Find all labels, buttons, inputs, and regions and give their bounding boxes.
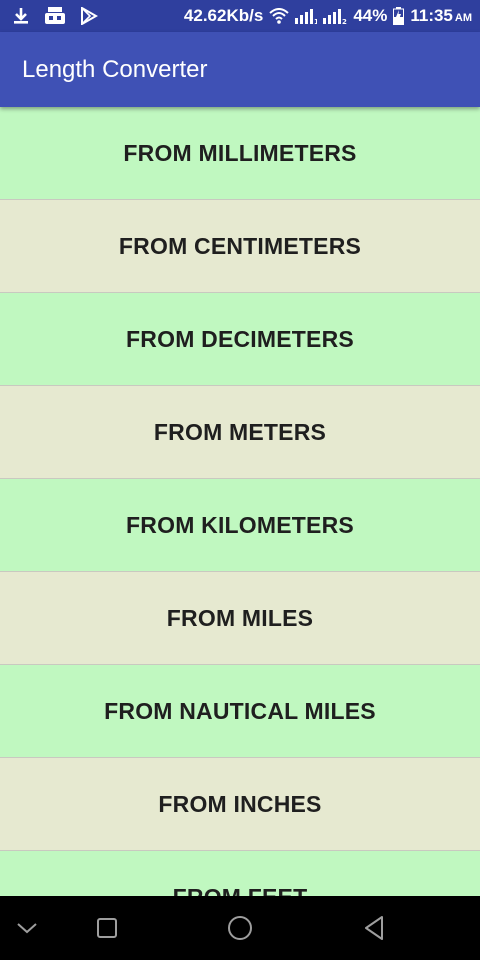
battery-percent: 44% bbox=[353, 6, 388, 25]
from-kilometers-button[interactable]: FROM KILOMETERS bbox=[0, 479, 480, 572]
signal-sim1-icon: 1 bbox=[295, 8, 317, 24]
from-millimeters-button[interactable]: FROM MILLIMETERS bbox=[0, 107, 480, 200]
clock: 11:35 AM bbox=[410, 6, 472, 26]
signal-sim2-icon: 2 bbox=[323, 8, 347, 24]
from-meters-button[interactable]: FROM METERS bbox=[0, 386, 480, 479]
from-feet-button[interactable]: FROM FEET bbox=[0, 851, 480, 896]
chevron-down-icon[interactable] bbox=[11, 912, 43, 944]
from-nautical-miles-button[interactable]: FROM NAUTICAL MILES bbox=[0, 665, 480, 758]
network-speed: 42.62Kb/s bbox=[183, 6, 264, 25]
back-triangle-icon[interactable] bbox=[358, 912, 390, 944]
play-store-icon bbox=[80, 7, 98, 25]
wifi-icon bbox=[269, 8, 289, 24]
recents-square-icon[interactable] bbox=[91, 912, 123, 944]
battery-charging-icon bbox=[393, 7, 405, 25]
clock-time: 11:35 bbox=[410, 6, 453, 25]
from-inches-button[interactable]: FROM INCHES bbox=[0, 758, 480, 851]
notification-icons bbox=[12, 7, 98, 25]
clock-ampm: AM bbox=[454, 12, 472, 24]
svg-text:1: 1 bbox=[314, 18, 317, 24]
download-icon bbox=[12, 7, 30, 25]
home-circle-icon[interactable] bbox=[224, 912, 256, 944]
robot-icon bbox=[44, 7, 66, 25]
status-bar: 42.62Kb/s 1 2 44% 11:35 AM bbox=[0, 0, 480, 32]
app-title: Length Converter bbox=[22, 55, 208, 83]
from-decimeters-button[interactable]: FROM DECIMETERS bbox=[0, 293, 480, 386]
system-indicators: 42.62Kb/s 1 2 44% 11:35 AM bbox=[184, 6, 472, 26]
svg-text:2: 2 bbox=[342, 18, 347, 24]
unit-list[interactable]: FROM MILLIMETERS FROM CENTIMETERS FROM D… bbox=[0, 107, 480, 896]
from-centimeters-button[interactable]: FROM CENTIMETERS bbox=[0, 200, 480, 293]
from-miles-button[interactable]: FROM MILES bbox=[0, 572, 480, 665]
app-bar: Length Converter bbox=[0, 32, 480, 107]
navigation-bar bbox=[0, 896, 480, 960]
